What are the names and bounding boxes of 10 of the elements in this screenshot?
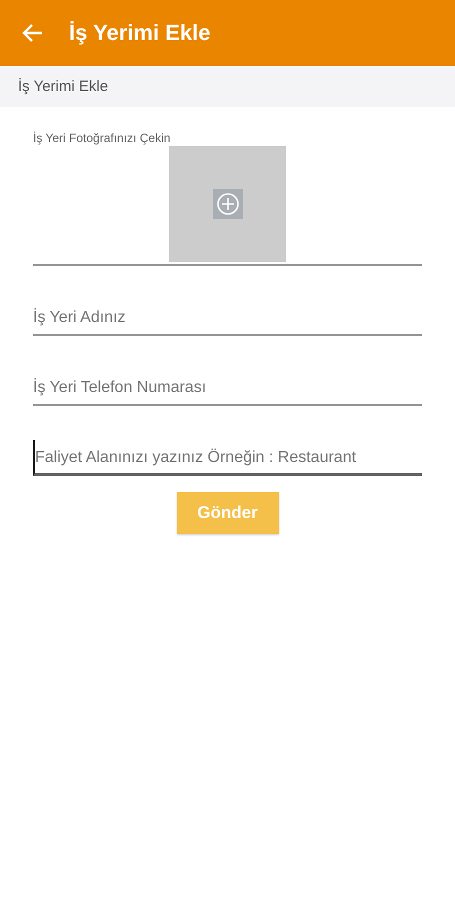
input-field[interactable]: İş Yeri Adınız <box>33 300 422 336</box>
back-button[interactable] <box>22 22 44 44</box>
input-field[interactable]: Faliyet Alanınızı yazınız Örneğin : Restaurant <box>33 440 422 476</box>
back-arrow-icon <box>22 22 44 44</box>
section-title: İş Yerimi Ekle <box>18 78 108 95</box>
photo-picker[interactable] <box>169 146 286 262</box>
photo-label: İş Yeri Fotoğrafınızı Çekin <box>33 131 172 145</box>
input-field[interactable]: İş Yeri Telefon Numarası <box>33 370 422 406</box>
add-icon <box>212 189 242 219</box>
screen-title: İş Yerimi Ekle <box>69 20 210 46</box>
